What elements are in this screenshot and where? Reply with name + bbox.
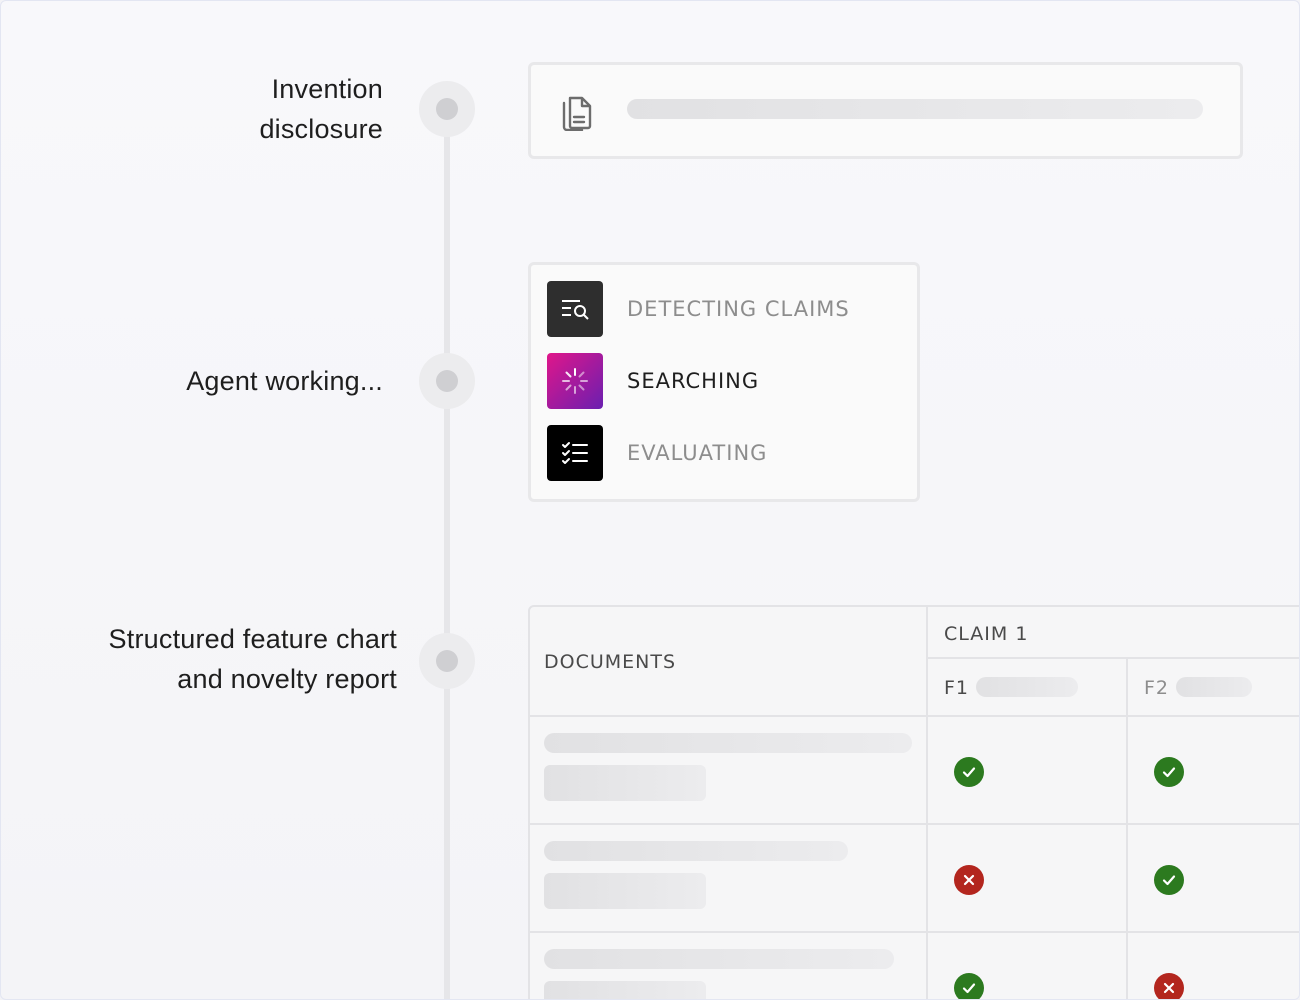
claim-header-cell[interactable]: CLAIM 1 xyxy=(928,607,1299,659)
document-title-placeholder xyxy=(544,841,848,861)
result-cell[interactable] xyxy=(928,825,1128,933)
document-title-placeholder xyxy=(544,949,894,969)
feature-text-placeholder xyxy=(976,677,1078,697)
step-label-line: Invention xyxy=(271,74,383,104)
claims-search-icon xyxy=(547,281,603,337)
feature-label: F1 xyxy=(944,677,970,699)
document-meta-placeholder xyxy=(544,873,706,909)
step-label-line: Structured feature chart xyxy=(108,624,397,654)
step-label-line: disclosure xyxy=(259,114,383,144)
disclosure-text-placeholder xyxy=(627,99,1203,119)
document-title-placeholder xyxy=(544,733,912,753)
task-label: DETECTING CLAIMS xyxy=(627,297,850,321)
agent-status-card: DETECTING CLAIMS SEARCHING EVALUATING xyxy=(528,262,920,502)
cross-icon xyxy=(954,865,984,895)
result-cell[interactable] xyxy=(1128,933,1299,999)
task-evaluating: EVALUATING xyxy=(547,425,767,481)
result-cell[interactable] xyxy=(1128,717,1299,825)
feature-header-f1[interactable]: F1 xyxy=(928,659,1128,717)
feature-label: F2 xyxy=(1144,677,1170,699)
timeline-node-agent xyxy=(419,353,475,409)
table-row[interactable] xyxy=(530,933,928,999)
checklist-icon xyxy=(547,425,603,481)
result-cell[interactable] xyxy=(928,717,1128,825)
step-label-report: Structured feature chart and novelty rep… xyxy=(109,619,397,699)
step-label-line: Agent working... xyxy=(186,366,383,396)
claim-header: CLAIM 1 xyxy=(944,623,1029,645)
table-row[interactable] xyxy=(530,717,928,825)
task-label: SEARCHING xyxy=(627,369,760,393)
check-icon xyxy=(954,973,984,999)
documents-header: DOCUMENTS xyxy=(544,651,677,673)
feature-chart-table: DOCUMENTS CLAIM 1 F1 F2 xyxy=(528,605,1299,999)
timeline-node-report xyxy=(419,633,475,689)
task-label: EVALUATING xyxy=(627,441,768,465)
check-icon xyxy=(1154,757,1184,787)
disclosure-card[interactable] xyxy=(528,62,1243,159)
documents-header-cell: DOCUMENTS xyxy=(530,607,928,717)
timeline-node-disclosure xyxy=(419,81,475,137)
check-icon xyxy=(1154,865,1184,895)
document-meta-placeholder xyxy=(544,981,706,999)
task-searching: SEARCHING xyxy=(547,353,759,409)
timeline-line xyxy=(444,109,450,999)
cross-icon xyxy=(1154,973,1184,999)
task-detecting-claims: DETECTING CLAIMS xyxy=(547,281,850,337)
step-label-disclosure: Invention disclosure xyxy=(259,69,383,149)
document-meta-placeholder xyxy=(544,765,706,801)
workflow-frame: Invention disclosure Agent working... St… xyxy=(0,0,1300,1000)
feature-text-placeholder xyxy=(1176,677,1252,697)
feature-header-f2[interactable]: F2 xyxy=(1128,659,1299,717)
spinner-icon xyxy=(547,353,603,409)
check-icon xyxy=(954,757,984,787)
table-row[interactable] xyxy=(530,825,928,933)
document-icon xyxy=(562,96,592,131)
step-label-line: and novelty report xyxy=(177,664,397,694)
result-cell[interactable] xyxy=(928,933,1128,999)
step-label-agent: Agent working... xyxy=(186,361,383,401)
result-cell[interactable] xyxy=(1128,825,1299,933)
